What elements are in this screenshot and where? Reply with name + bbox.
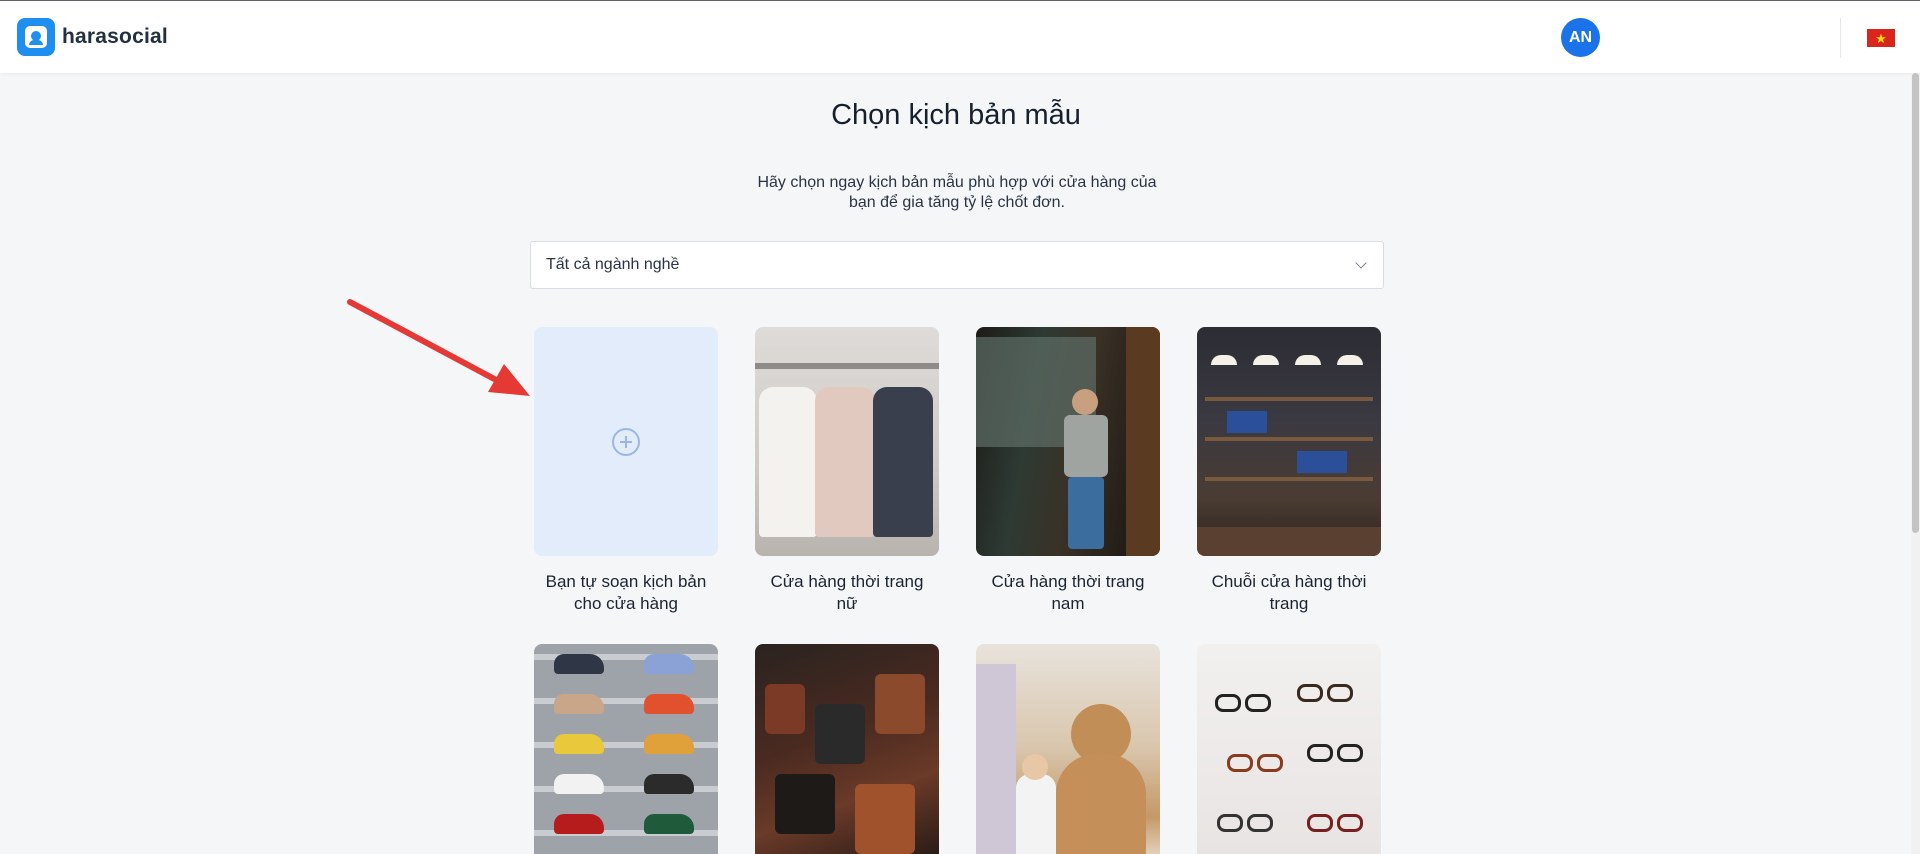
womens-fashion-image	[755, 327, 939, 556]
page-subtitle: Hãy chọn ngay kịch bản mẫu phù hợp với c…	[757, 174, 1157, 211]
brand-name: harasocial	[62, 25, 168, 48]
mens-fashion-image	[976, 327, 1160, 556]
vn-flag-icon[interactable]: ★	[1867, 29, 1895, 47]
template-card-shoes[interactable]	[534, 644, 718, 854]
industry-select[interactable]: Tất cả ngành nghề	[530, 241, 1384, 289]
template-card-glasses[interactable]	[1197, 644, 1381, 854]
shoes-store-image	[534, 644, 718, 854]
industry-select-value: Tất cả ngành nghề	[546, 256, 680, 273]
header-divider	[1840, 18, 1841, 58]
template-card-mens-fashion[interactable]: Cửa hàng thời trang nam	[976, 327, 1160, 615]
template-card-create[interactable]: Bạn tự soạn kịch bản cho cửa hàng	[534, 327, 718, 615]
toys-store-image	[976, 644, 1160, 854]
chevron-down-icon	[1355, 257, 1367, 269]
plus-circle-icon	[612, 427, 640, 456]
template-card-label: Cửa hàng thời trang nữ	[770, 572, 924, 613]
glasses-store-image	[1197, 644, 1381, 854]
template-card-womens-fashion[interactable]: Cửa hàng thời trang nữ	[755, 327, 939, 615]
top-bar: harasocial AN ★	[0, 0, 1920, 73]
scrollbar-thumb[interactable]	[1912, 73, 1919, 533]
brand-logo[interactable]: harasocial	[17, 18, 168, 56]
template-card-bags[interactable]	[755, 644, 939, 854]
template-card-label: Cửa hàng thời trang nam	[991, 572, 1145, 613]
template-card-label: Chuỗi cửa hàng thời trang	[1211, 572, 1367, 613]
harasocial-logo-icon	[17, 18, 55, 56]
template-card-fashion-chain[interactable]: Chuỗi cửa hàng thời trang	[1197, 327, 1381, 615]
template-card-label: Bạn tự soạn kịch bản cho cửa hàng	[545, 572, 707, 613]
red-arrow-annotation	[347, 299, 530, 396]
bags-store-image	[755, 644, 939, 854]
fashion-chain-image	[1197, 327, 1381, 556]
user-avatar[interactable]: AN	[1561, 18, 1600, 57]
page-title: Chọn kịch bản mẫu	[831, 99, 1081, 131]
template-card-toys[interactable]	[976, 644, 1160, 854]
template-create-thumbnail	[534, 327, 718, 556]
